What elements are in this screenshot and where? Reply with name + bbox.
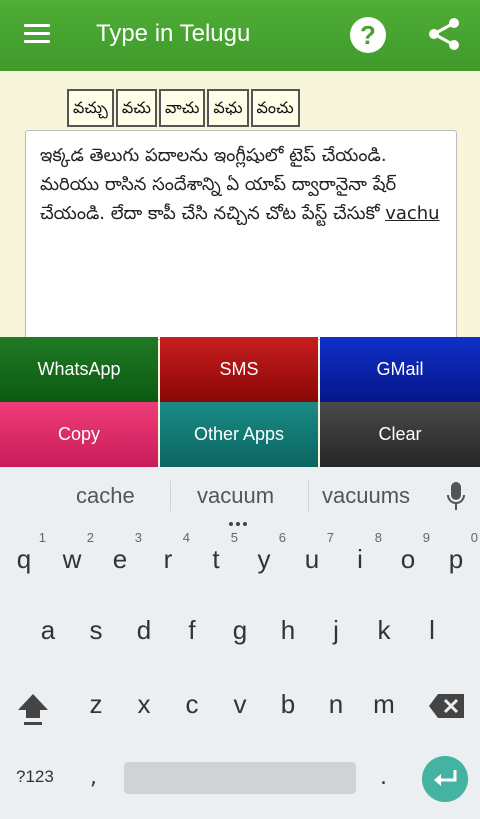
keyboard-suggestion-bar: cache vacuum vacuums bbox=[0, 467, 480, 526]
space-bar[interactable] bbox=[124, 762, 356, 794]
key-label: w bbox=[62, 544, 82, 574]
divider bbox=[170, 481, 171, 511]
key[interactable]: w2 bbox=[48, 530, 96, 575]
key-label: f bbox=[188, 615, 196, 645]
key-number-hint: 2 bbox=[86, 530, 94, 545]
key[interactable]: x bbox=[120, 689, 168, 720]
other-apps-button[interactable]: Other Apps bbox=[160, 402, 318, 467]
key-number-hint: 5 bbox=[230, 530, 238, 545]
whatsapp-button[interactable]: WhatsApp bbox=[0, 337, 158, 402]
key[interactable]: n bbox=[312, 689, 360, 720]
gmail-button[interactable]: GMail bbox=[320, 337, 480, 402]
key-number-hint: 4 bbox=[182, 530, 190, 545]
key[interactable]: t5 bbox=[192, 530, 240, 575]
key[interactable]: d bbox=[120, 615, 168, 646]
key-number-hint: 6 bbox=[278, 530, 286, 545]
keyboard-suggestion[interactable]: vacuum bbox=[197, 483, 274, 509]
key-label: h bbox=[280, 615, 296, 645]
key[interactable]: j bbox=[312, 615, 360, 646]
key-number-hint: 8 bbox=[374, 530, 382, 545]
key[interactable]: s bbox=[72, 615, 120, 646]
key[interactable]: z bbox=[72, 689, 120, 720]
suggestion-word[interactable]: వంచు bbox=[250, 89, 300, 127]
key-number-hint: 3 bbox=[134, 530, 142, 545]
keyboard-suggestion[interactable]: vacuums bbox=[322, 483, 410, 509]
key[interactable]: a bbox=[24, 615, 72, 646]
key[interactable]: p0 bbox=[432, 530, 480, 575]
key-label: p bbox=[448, 544, 464, 574]
message-textarea[interactable]: ఇక్కడ తెలుగు పదాలను ఇంగ్లీషులో టైప్ చేయం… bbox=[25, 130, 457, 340]
key-label: u bbox=[304, 544, 320, 574]
divider bbox=[308, 481, 309, 511]
key[interactable]: b bbox=[264, 689, 312, 720]
key[interactable]: l bbox=[408, 615, 456, 646]
key[interactable]: h bbox=[264, 615, 312, 646]
sms-button[interactable]: SMS bbox=[160, 337, 318, 402]
key-label: m bbox=[373, 689, 395, 719]
key[interactable]: c bbox=[168, 689, 216, 720]
more-suggestions-icon[interactable] bbox=[229, 511, 251, 526]
key-label: y bbox=[257, 544, 271, 574]
key-label: c bbox=[185, 689, 199, 719]
share-icon[interactable] bbox=[426, 16, 462, 52]
help-icon[interactable]: ? bbox=[350, 17, 386, 53]
key-label: r bbox=[163, 544, 173, 574]
copy-button[interactable]: Copy bbox=[0, 402, 158, 467]
shift-icon[interactable] bbox=[16, 690, 50, 726]
key[interactable]: u7 bbox=[288, 530, 336, 575]
key[interactable]: q1 bbox=[0, 530, 48, 575]
app-bar: Type in Telugu ? bbox=[0, 0, 480, 71]
key[interactable]: i8 bbox=[336, 530, 384, 575]
key-label: a bbox=[40, 615, 56, 645]
key-label: j bbox=[333, 615, 339, 645]
key-number-hint: 9 bbox=[422, 530, 430, 545]
key[interactable]: v bbox=[216, 689, 264, 720]
key-label: i bbox=[357, 544, 363, 574]
clear-button[interactable]: Clear bbox=[320, 402, 480, 467]
suggestion-word[interactable]: వఛు bbox=[207, 89, 249, 127]
key-number-hint: 1 bbox=[38, 530, 46, 545]
key-label: d bbox=[136, 615, 152, 645]
comma-key[interactable]: , bbox=[90, 765, 97, 790]
key-label: x bbox=[137, 689, 151, 719]
key-label: e bbox=[112, 544, 128, 574]
key-number-hint: 0 bbox=[470, 530, 478, 545]
suggestion-word[interactable]: వచు bbox=[115, 89, 157, 127]
key[interactable]: e3 bbox=[96, 530, 144, 575]
symbols-key[interactable]: ?123 bbox=[16, 767, 54, 787]
key-label: l bbox=[429, 615, 435, 645]
backspace-icon[interactable] bbox=[428, 693, 466, 719]
key[interactable]: g bbox=[216, 615, 264, 646]
key-label: v bbox=[233, 689, 247, 719]
menu-icon[interactable] bbox=[24, 24, 50, 44]
enter-icon[interactable] bbox=[422, 756, 468, 802]
key-label: s bbox=[89, 615, 103, 645]
key[interactable]: y6 bbox=[240, 530, 288, 575]
keyboard-suggestion[interactable]: cache bbox=[76, 483, 135, 509]
key[interactable]: m bbox=[360, 689, 408, 720]
key[interactable]: f bbox=[168, 615, 216, 646]
key[interactable]: k bbox=[360, 615, 408, 646]
key-label: b bbox=[280, 689, 296, 719]
suggestion-word[interactable]: వాచు bbox=[158, 89, 206, 127]
app-title: Type in Telugu bbox=[96, 20, 251, 47]
key[interactable]: o9 bbox=[384, 530, 432, 575]
typed-word: vachu bbox=[385, 203, 440, 224]
telugu-suggestions: వచ్చు వచు వాచు వఛు వంచు bbox=[67, 89, 300, 127]
microphone-icon[interactable] bbox=[446, 481, 466, 511]
telugu-text: ఇక్కడ తెలుగు పదాలను ఇంగ్లీషులో టైప్ చేయం… bbox=[40, 145, 397, 224]
key-label: k bbox=[377, 615, 391, 645]
keyboard: cache vacuum vacuums q1w2e3r4t5y6u7i8o9p… bbox=[0, 467, 480, 819]
period-key[interactable]: . bbox=[380, 765, 387, 790]
key-label: n bbox=[328, 689, 344, 719]
key-label: q bbox=[16, 544, 32, 574]
key[interactable]: r4 bbox=[144, 530, 192, 575]
key-label: z bbox=[89, 689, 103, 719]
key-number-hint: 7 bbox=[326, 530, 334, 545]
key-label: g bbox=[232, 615, 248, 645]
key-label: t bbox=[212, 544, 220, 574]
suggestion-word[interactable]: వచ్చు bbox=[67, 89, 114, 127]
key-label: o bbox=[400, 544, 416, 574]
